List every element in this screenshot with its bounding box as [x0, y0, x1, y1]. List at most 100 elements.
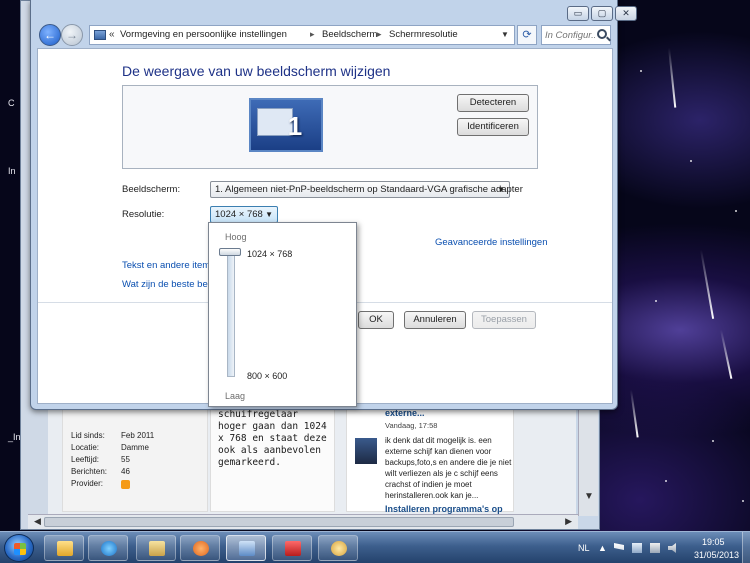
back-button[interactable]: ←: [39, 24, 61, 46]
monitor-number: 1: [287, 111, 303, 141]
display-tray-icon[interactable]: [632, 543, 642, 553]
breadcrumb-item[interactable]: Beeldscherm: [322, 29, 377, 40]
chevron-right-icon[interactable]: ▸: [377, 29, 382, 40]
media-player-icon: [193, 541, 209, 556]
detect-button[interactable]: Detecteren: [457, 94, 529, 112]
profile-label: Locatie:: [71, 443, 100, 452]
resolution-slider-track[interactable]: [227, 251, 235, 377]
start-button[interactable]: [4, 534, 34, 562]
profile-label: Provider:: [71, 479, 104, 488]
forum-post: schuifregelaar hoger gaan dan 1024 x 768…: [210, 404, 335, 512]
taskbar: NL ▲ 19:05 31/05/2013: [0, 531, 750, 563]
desktop-text-c: C: [8, 98, 15, 108]
star: [712, 440, 714, 442]
resolution-slider-thumb[interactable]: [219, 248, 241, 256]
maximize-button[interactable]: ▢: [591, 6, 613, 21]
news-thumbnail: [355, 438, 377, 464]
toolbox-icon: [285, 541, 301, 556]
display-select-value: 1. Algemeen niet-PnP-beeldscherm op Stan…: [215, 184, 523, 195]
taskbar-internet-explorer[interactable]: [88, 535, 128, 561]
taskbar-paint[interactable]: [318, 535, 358, 561]
desktop-text-in: In: [8, 166, 16, 176]
scroll-down-icon[interactable]: ▼: [584, 491, 594, 502]
star: [640, 70, 642, 72]
profile-label: Berichten:: [71, 467, 108, 476]
profile-value: Damme: [121, 443, 150, 452]
horizontal-scrollbar[interactable]: ◀ ▶: [28, 514, 578, 529]
taskbar-toolbox[interactable]: [272, 535, 312, 561]
internet-explorer-icon: [101, 541, 117, 556]
chevron-down-icon[interactable]: ▼: [498, 28, 512, 42]
shooting-star: [630, 389, 639, 438]
page-title: De weergave van uw beeldscherm wijzigen: [122, 63, 391, 79]
clock-date[interactable]: 31/05/2013: [694, 550, 739, 560]
clock-time[interactable]: 19:05: [702, 537, 725, 547]
breadcrumb-item[interactable]: Schermresolutie: [389, 29, 458, 40]
language-indicator[interactable]: NL: [578, 543, 590, 553]
ok-button[interactable]: OK: [358, 311, 394, 329]
identify-button[interactable]: Identificeren: [457, 118, 529, 136]
chevron-down-icon[interactable]: ▼: [265, 207, 273, 222]
scrollbar-thumb[interactable]: [44, 517, 514, 527]
profile-value: 46: [121, 467, 130, 476]
shooting-star: [668, 47, 677, 108]
profile-value: 55: [121, 455, 130, 464]
chevron-right-icon[interactable]: ▸: [310, 29, 315, 40]
vertical-scrollbar[interactable]: ▼: [578, 400, 598, 516]
taskbar-explorer[interactable]: [44, 535, 84, 561]
scroll-right-icon[interactable]: ▶: [565, 516, 572, 527]
search-icon[interactable]: [597, 29, 607, 39]
cancel-button[interactable]: Annuleren: [404, 311, 466, 329]
resolution-popup: Hoog 1024 × 768 800 × 600 Laag: [208, 222, 357, 407]
action-center-flag-icon[interactable]: [614, 543, 624, 550]
profile-row: Locatie: Damme: [71, 443, 149, 452]
star: [690, 160, 692, 162]
profile-label: Leeftijd:: [71, 455, 100, 464]
show-desktop-button[interactable]: [742, 532, 750, 563]
star: [742, 500, 744, 502]
refresh-button[interactable]: ⟳: [517, 25, 537, 45]
scroll-left-icon[interactable]: ◀: [34, 516, 41, 527]
network-icon[interactable]: [650, 543, 660, 553]
shooting-star: [700, 249, 715, 319]
taskbar-control-panel[interactable]: [226, 535, 266, 561]
resolution-option-top[interactable]: 1024 × 768: [247, 249, 292, 259]
profile-row: Berichten: 46: [71, 467, 130, 476]
star: [735, 210, 737, 212]
search-input[interactable]: [545, 28, 595, 42]
volume-icon[interactable]: [668, 543, 676, 553]
minimize-button[interactable]: ▭: [567, 6, 589, 21]
chevron-down-icon[interactable]: ▼: [497, 182, 505, 197]
advanced-settings-link[interactable]: Geavanceerde instellingen: [435, 237, 548, 248]
profile-label: Lid sinds:: [71, 431, 105, 440]
resolution-select[interactable]: 1024 × 768 ▼: [210, 206, 278, 223]
best-settings-link[interactable]: Wat zijn de beste beeld: [122, 279, 220, 290]
resolution-select-value: 1024 × 768: [215, 209, 263, 220]
news-link[interactable]: Installeren programma's op: [385, 504, 503, 514]
display-label: Beeldscherm:: [122, 184, 181, 195]
profile-row: Provider:: [71, 479, 103, 488]
monitor-icon[interactable]: 1: [249, 98, 323, 152]
taskbar-media-player[interactable]: [180, 535, 220, 561]
breadcrumb-item[interactable]: Vormgeving en persoonlijke instellingen: [120, 29, 287, 40]
forward-button[interactable]: →: [61, 24, 83, 46]
high-label: Hoog: [225, 232, 247, 242]
profile-value: Feb 2011: [121, 431, 155, 440]
star: [655, 300, 657, 302]
star: [665, 480, 667, 482]
close-button[interactable]: ✕: [615, 6, 637, 21]
breadcrumb-chevron[interactable]: «: [109, 29, 115, 40]
news-body: ik denk dat dit mogelijk is. een externe…: [385, 436, 512, 500]
provider-icon: [121, 480, 130, 489]
address-bar[interactable]: « Vormgeving en persoonlijke instellinge…: [89, 25, 515, 45]
search-box[interactable]: [541, 25, 611, 45]
display-select[interactable]: 1. Algemeen niet-PnP-beeldscherm op Stan…: [210, 181, 523, 198]
show-hidden-icons-icon[interactable]: ▲: [598, 543, 608, 553]
user-profile-panel: Lid sinds: Feb 2011 Locatie: Damme Leeft…: [62, 404, 208, 512]
mail-icon: [149, 541, 165, 556]
apply-button: Toepassen: [472, 311, 536, 329]
profile-row: Lid sinds: Feb 2011: [71, 431, 154, 440]
resolution-option-bottom[interactable]: 800 × 600: [247, 371, 287, 381]
profile-row: Leeftijd: 55: [71, 455, 130, 464]
taskbar-mail[interactable]: [136, 535, 176, 561]
